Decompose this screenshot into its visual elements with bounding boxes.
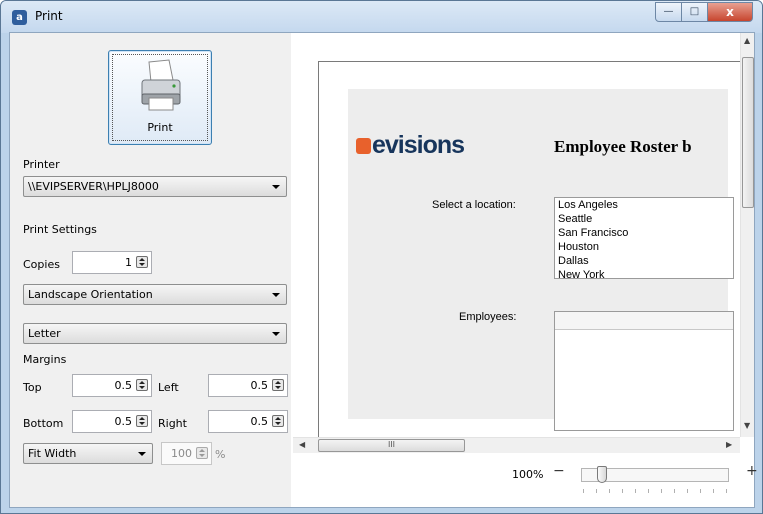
scale-mode-value: Fit Width <box>28 447 77 460</box>
right-margin-label: Right <box>158 417 187 430</box>
minimize-button[interactable]: — <box>655 2 682 22</box>
top-margin-stepper[interactable]: 0.5 <box>72 374 152 397</box>
spin-arrows-icon <box>196 447 208 459</box>
list-item[interactable]: Houston <box>555 240 733 254</box>
scroll-grip: III <box>387 440 396 449</box>
orientation-select[interactable]: Landscape Orientation <box>23 284 287 305</box>
evisions-logo: evisions <box>356 131 465 160</box>
left-margin-stepper[interactable]: 0.5 <box>208 374 288 397</box>
chevron-down-icon <box>272 293 280 297</box>
printer-select[interactable]: \\EVIPSERVER\HPLJ8000 <box>23 176 287 197</box>
spin-arrows-icon[interactable] <box>272 415 284 427</box>
paper-size-select-value: Letter <box>28 327 61 340</box>
right-margin-stepper[interactable]: 0.5 <box>208 410 288 433</box>
scroll-right-icon[interactable]: ▶ <box>726 440 732 449</box>
zoom-slider-thumb[interactable] <box>597 466 607 483</box>
spin-arrows-icon[interactable] <box>136 256 148 268</box>
spin-arrows-icon[interactable] <box>136 415 148 427</box>
scale-percent-stepper: 100 <box>161 442 212 465</box>
chevron-down-icon <box>138 452 146 456</box>
scroll-down-icon[interactable]: ▼ <box>744 421 750 430</box>
dialog-body: Print Printer \\EVIPSERVER\HPLJ8000 Prin… <box>9 32 758 508</box>
scale-percent-value: 100 <box>171 447 192 460</box>
right-margin-value: 0.5 <box>250 415 269 428</box>
list-item[interactable]: New York <box>555 268 733 278</box>
spin-arrows-icon[interactable] <box>136 379 148 391</box>
vertical-scrollbar[interactable]: ▲ ▼ <box>740 33 754 437</box>
close-button[interactable]: x <box>707 2 753 22</box>
employees-table[interactable] <box>554 311 734 431</box>
list-item[interactable]: Seattle <box>555 212 733 226</box>
zoom-in-button[interactable]: + <box>746 463 758 479</box>
print-settings-heading: Print Settings <box>23 223 97 236</box>
copies-stepper[interactable]: 1 <box>72 251 152 274</box>
list-item[interactable]: San Francisco <box>555 226 733 240</box>
print-button[interactable]: Print <box>108 50 212 145</box>
percent-sign: % <box>215 448 226 461</box>
logo-mark-icon <box>356 138 371 154</box>
vertical-scroll-thumb[interactable] <box>742 57 754 208</box>
zoom-slider-ticks <box>583 489 729 493</box>
title-bar[interactable]: a Print — □ x <box>1 1 762 33</box>
horizontal-scrollbar[interactable]: ◀ III ▶ <box>293 437 740 453</box>
window-title: Print <box>35 9 63 23</box>
top-margin-label: Top <box>23 381 42 394</box>
report-content: evisions Employee Roster b Select a loca… <box>348 89 734 431</box>
settings-panel: Print Printer \\EVIPSERVER\HPLJ8000 Prin… <box>10 33 291 507</box>
paper-size-select[interactable]: Letter <box>23 323 287 344</box>
spin-arrows-icon[interactable] <box>272 379 284 391</box>
horizontal-scroll-thumb[interactable]: III <box>318 439 465 452</box>
scroll-left-icon[interactable]: ◀ <box>299 440 305 449</box>
printer-label: Printer <box>23 158 60 171</box>
chevron-down-icon <box>272 332 280 336</box>
maximize-button[interactable]: □ <box>681 2 708 22</box>
left-margin-value: 0.5 <box>250 379 269 392</box>
bottom-margin-value: 0.5 <box>114 415 133 428</box>
app-icon: a <box>12 10 27 25</box>
copies-value: 1 <box>125 256 132 269</box>
printer-icon <box>141 59 181 111</box>
scroll-up-icon[interactable]: ▲ <box>744 36 750 45</box>
zoom-out-button[interactable]: − <box>553 463 565 479</box>
logo-text: evisions <box>372 131 465 159</box>
report-title: Employee Roster b <box>554 137 692 156</box>
scale-mode-select[interactable]: Fit Width <box>23 443 153 464</box>
zoom-bar: 100% − + <box>291 453 758 507</box>
left-margin-label: Left <box>158 381 179 394</box>
print-preview[interactable]: evisions Employee Roster b Select a loca… <box>293 33 740 437</box>
employees-table-header <box>555 312 733 330</box>
bottom-margin-label: Bottom <box>23 417 64 430</box>
print-window: a Print — □ x Print Printer \\EVIPSERVER… <box>0 0 763 514</box>
copies-label: Copies <box>23 258 60 271</box>
preview-panel: evisions Employee Roster b Select a loca… <box>291 33 758 507</box>
print-button-label: Print <box>147 121 173 134</box>
chevron-down-icon <box>272 185 280 189</box>
list-item[interactable]: Los Angeles <box>555 198 733 212</box>
list-item[interactable]: Dallas <box>555 254 733 268</box>
bottom-margin-stepper[interactable]: 0.5 <box>72 410 152 433</box>
top-margin-value: 0.5 <box>114 379 133 392</box>
employees-label: Employees: <box>459 311 517 323</box>
printer-select-value: \\EVIPSERVER\HPLJ8000 <box>28 180 159 193</box>
select-location-label: Select a location: <box>432 199 516 211</box>
location-listbox[interactable]: Los Angeles Seattle San Francisco Housto… <box>554 197 734 279</box>
orientation-select-value: Landscape Orientation <box>28 288 153 301</box>
zoom-percent: 100% <box>512 468 544 481</box>
margins-heading: Margins <box>23 353 67 366</box>
